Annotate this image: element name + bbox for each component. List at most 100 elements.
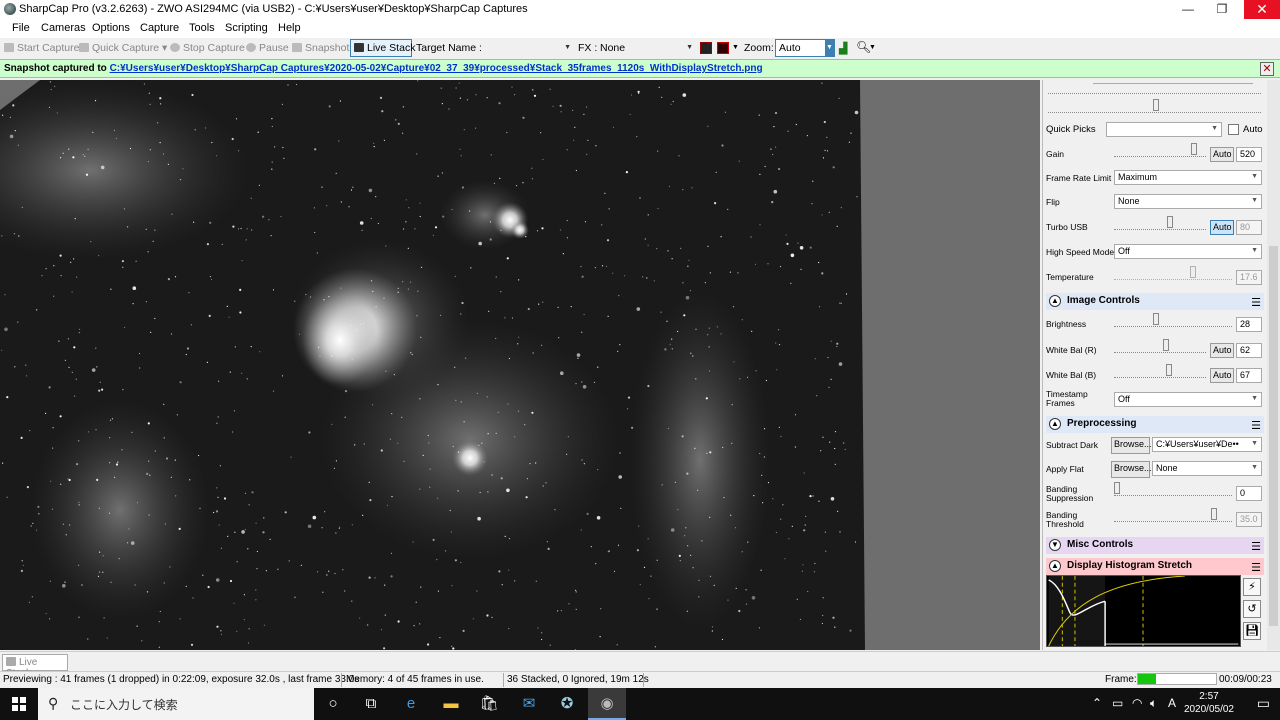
- close-notification-icon[interactable]: ✕: [1260, 62, 1274, 76]
- timestamp-frames-select[interactable]: Off ▼: [1114, 392, 1262, 407]
- menu-options[interactable]: Options: [92, 22, 130, 34]
- brightness-slider[interactable]: [1114, 313, 1232, 327]
- live-stack-image[interactable]: [0, 80, 870, 650]
- gain-slider[interactable]: [1114, 143, 1206, 157]
- display-histogram[interactable]: [1046, 575, 1241, 647]
- reticle-icon[interactable]: [700, 42, 712, 54]
- task-view-icon[interactable]: ⧉: [352, 688, 390, 720]
- gain-auto-button[interactable]: Auto: [1210, 147, 1234, 162]
- collapse-icon[interactable]: ▲: [1049, 418, 1061, 430]
- fx-select[interactable]: None ▼: [596, 39, 696, 57]
- focus-tools-icon[interactable]: [717, 42, 729, 54]
- menu-icon[interactable]: ☰: [1251, 296, 1261, 309]
- turbo-usb-value[interactable]: 80: [1236, 220, 1262, 235]
- frame-rate-limit-select[interactable]: Maximum ▼: [1114, 170, 1262, 185]
- auto-stretch-icon[interactable]: ⚡: [1243, 578, 1261, 596]
- menu-help[interactable]: Help: [278, 22, 301, 34]
- notification-center-icon[interactable]: ▭: [1257, 695, 1270, 712]
- cortana-icon[interactable]: ○: [314, 688, 352, 720]
- turbo-usb-slider[interactable]: [1114, 216, 1206, 230]
- menu-file[interactable]: File: [12, 22, 30, 34]
- mail-icon[interactable]: ✉: [510, 688, 548, 720]
- white-bal-b-slider[interactable]: [1114, 364, 1206, 378]
- flip-select[interactable]: None ▼: [1114, 194, 1262, 209]
- ime-indicator[interactable]: A: [1168, 696, 1176, 710]
- snapshot-path-link[interactable]: C:¥Users¥user¥Desktop¥SharpCap Captures¥…: [110, 63, 763, 74]
- brightness-value[interactable]: 28: [1236, 317, 1262, 332]
- turbo-usb-auto-button[interactable]: Auto: [1210, 220, 1234, 235]
- white-bal-b-value[interactable]: 67: [1236, 368, 1262, 383]
- live-stack-tab[interactable]: Live Stack: [2, 654, 68, 679]
- white-bal-r-slider[interactable]: [1114, 339, 1206, 353]
- apply-flat-select[interactable]: None ▼: [1152, 461, 1262, 476]
- image-controls-header[interactable]: ▲ Image Controls ☰: [1046, 293, 1264, 310]
- apply-flat-browse-button[interactable]: Browse...: [1111, 461, 1152, 478]
- store-icon[interactable]: 🛍︎: [470, 688, 508, 720]
- quick-picks-select[interactable]: ▼: [1106, 122, 1222, 137]
- save-icon[interactable]: 💾︎: [1243, 622, 1261, 640]
- scrollbar-thumb[interactable]: [1269, 246, 1278, 626]
- high-speed-mode-select[interactable]: Off ▼: [1114, 244, 1262, 259]
- expand-icon[interactable]: ▼: [1049, 539, 1061, 551]
- menu-scripting[interactable]: Scripting: [225, 22, 268, 34]
- target-name-label: Target Name :: [416, 42, 482, 54]
- chevron-up-icon[interactable]: ⌃: [1092, 696, 1102, 710]
- battery-icon[interactable]: ▭: [1112, 696, 1123, 710]
- start-button[interactable]: [0, 688, 38, 720]
- collapse-icon[interactable]: ▲: [1049, 560, 1061, 572]
- pause-button[interactable]: Pause: [246, 42, 289, 54]
- maximize-button[interactable]: ❐: [1206, 0, 1238, 19]
- menu-capture[interactable]: Capture: [140, 22, 179, 34]
- reset-icon[interactable]: ↺: [1243, 600, 1261, 618]
- banding-suppression-slider[interactable]: [1114, 482, 1232, 496]
- snapshot-button[interactable]: Snapshot: [292, 42, 349, 54]
- close-button[interactable]: ✕: [1244, 0, 1280, 19]
- banding-threshold-slider[interactable]: [1114, 508, 1232, 522]
- focus-slider-a[interactable]: [1048, 84, 1261, 94]
- banding-threshold-value[interactable]: 35.0: [1236, 512, 1262, 527]
- menu-bar: File Cameras Options Capture Tools Scrip…: [0, 19, 1280, 38]
- menu-icon[interactable]: ☰: [1251, 419, 1261, 432]
- start-capture-label: Start Capture: [17, 42, 80, 54]
- white-bal-r-auto-button[interactable]: Auto: [1210, 343, 1234, 358]
- start-capture-button[interactable]: Start Capture: [4, 42, 79, 54]
- stellarium-icon[interactable]: ✪: [548, 688, 586, 720]
- stop-capture-button[interactable]: Stop Capture: [170, 42, 245, 54]
- wifi-icon[interactable]: ◠: [1132, 696, 1142, 710]
- white-bal-b-auto-button[interactable]: Auto: [1210, 368, 1234, 383]
- taskbar-clock[interactable]: 2:57 2020/05/02: [1184, 690, 1234, 716]
- display-histogram-header[interactable]: ▲ Display Histogram Stretch ☰: [1046, 558, 1264, 575]
- taskbar-search-box[interactable]: ⚲ ここに入力して検索: [38, 688, 314, 720]
- subtract-dark-browse-button[interactable]: Browse...: [1111, 437, 1152, 454]
- banding-suppression-value[interactable]: 0: [1236, 486, 1262, 501]
- menu-cameras[interactable]: Cameras: [41, 22, 86, 34]
- white-bal-r-value[interactable]: 62: [1236, 343, 1262, 358]
- white-bal-b-label: White Bal (B): [1046, 370, 1097, 380]
- edge-icon[interactable]: e: [392, 688, 430, 720]
- image-viewer[interactable]: [0, 80, 1040, 650]
- preprocessing-header[interactable]: ▲ Preprocessing ☰: [1046, 416, 1264, 433]
- file-explorer-icon[interactable]: ▬: [432, 688, 470, 720]
- minimize-button[interactable]: —: [1172, 0, 1204, 19]
- menu-icon[interactable]: ☰: [1251, 540, 1261, 553]
- focus-slider-b[interactable]: [1048, 99, 1261, 113]
- live-stack-button[interactable]: Live Stack: [350, 39, 415, 57]
- misc-controls-header[interactable]: ▼ Misc Controls ☰: [1046, 537, 1264, 554]
- sharpcap-taskbar-icon[interactable]: ◉: [588, 688, 626, 720]
- chevron-down-icon: ▼: [1251, 173, 1258, 180]
- menu-tools[interactable]: Tools: [189, 22, 215, 34]
- quick-capture-button[interactable]: Quick Capture ▾: [79, 42, 167, 54]
- volume-icon[interactable]: 🔈︎: [1150, 696, 1157, 711]
- zoom-select[interactable]: Auto ▼: [775, 39, 835, 57]
- windows-logo-icon: [12, 697, 26, 711]
- chevron-down-icon[interactable]: ▼: [732, 44, 739, 51]
- auto-checkbox[interactable]: [1228, 124, 1239, 135]
- menu-icon[interactable]: ☰: [1251, 561, 1261, 574]
- gain-value[interactable]: 520: [1236, 147, 1262, 162]
- histogram-icon[interactable]: ▟: [839, 42, 847, 55]
- subtract-dark-select[interactable]: C:¥Users¥user¥De•• ▼: [1152, 437, 1262, 452]
- target-name-input[interactable]: ▼: [478, 39, 574, 57]
- chevron-down-icon[interactable]: ▼: [869, 44, 876, 51]
- panel-scrollbar[interactable]: [1267, 80, 1280, 650]
- collapse-icon[interactable]: ▲: [1049, 295, 1061, 307]
